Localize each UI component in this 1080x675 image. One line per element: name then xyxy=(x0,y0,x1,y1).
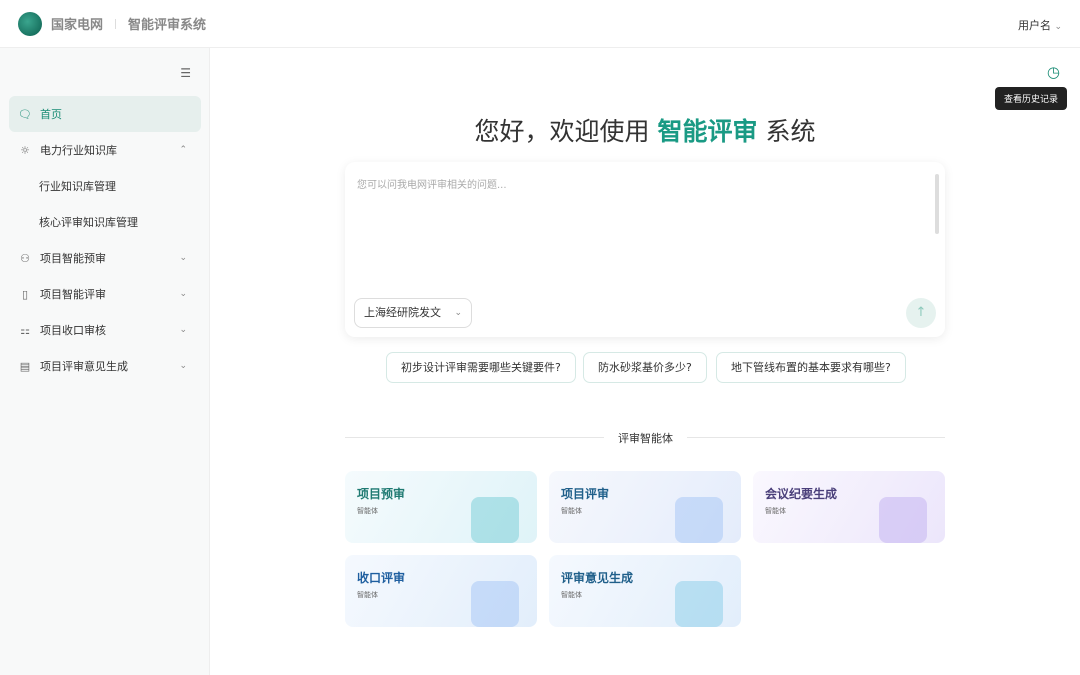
sidebar-item-1[interactable]: ☼ 电力行业知识库 ⌃ xyxy=(9,132,201,168)
arrow-up-icon: ↑ xyxy=(915,305,927,320)
folder-icon xyxy=(675,497,723,543)
agent-card[interactable]: 项目评审 智能体 xyxy=(549,471,741,543)
chevron-down-icon: ⌄ xyxy=(454,308,462,318)
agent-card[interactable]: 会议纪要生成 智能体 xyxy=(753,471,945,543)
title-highlight: 智能评审 xyxy=(657,117,758,146)
history-clock-icon[interactable]: ◷ xyxy=(1047,63,1060,81)
header: 国家电网 智能评审系统 用户名 ⌄ xyxy=(0,0,1080,48)
sidebar-item-label: 核心评审知识库管理 xyxy=(39,216,138,229)
chat-input-placeholder[interactable]: 您可以问我电网评审相关的问题... xyxy=(357,176,507,191)
sidebar-item-7[interactable]: ▤ 项目评审意见生成 ⌄ xyxy=(9,348,201,384)
book-icon: ▯ xyxy=(21,287,29,301)
agent-card-name: 收口评审 xyxy=(357,571,406,585)
source-select[interactable]: 上海经研院发文 ⌄ xyxy=(354,298,472,328)
scrollbar[interactable] xyxy=(935,174,939,234)
agent-card[interactable]: 项目预审 智能体 xyxy=(345,471,537,543)
brand-name: 国家电网 xyxy=(51,18,104,33)
send-button[interactable]: ↑ xyxy=(906,298,936,328)
chevron-icon: ⌄ xyxy=(179,325,187,335)
agent-card-name: 会议纪要生成 xyxy=(765,487,838,501)
suggestion-2[interactable]: 防水砂浆基价多少? xyxy=(583,352,707,383)
suggestion-1[interactable]: 初步设计评审需要哪些关键要件? xyxy=(386,352,576,383)
agent-card-sub: 智能体 xyxy=(561,507,582,515)
sidebar-item-6[interactable]: ⚏ 项目收口审核 ⌄ xyxy=(9,312,201,348)
suggestion-3[interactable]: 地下管线布置的基本要求有哪些? xyxy=(716,352,906,383)
sidebar: ☰ 🗨 首页 ☼ 电力行业知识库 ⌃ 行业知识库管理核心评审知识库管理 ⚇ 项目智能预审 ⌄ ▯ 项… xyxy=(0,48,210,675)
agent-card-name: 项目预审 xyxy=(357,487,406,501)
divider xyxy=(115,18,117,29)
chat-input-box[interactable]: 您可以问我电网评审相关的问题... 上海经研院发文 ⌄ ↑ xyxy=(345,162,945,337)
system-name: 智能评审系统 xyxy=(128,18,207,33)
sidebar-item-2[interactable]: 行业知识库管理 xyxy=(9,168,201,204)
chat-bubble-icon xyxy=(471,497,519,543)
org-icon: ⚏ xyxy=(20,323,30,337)
agent-card-sub: 智能体 xyxy=(561,591,582,599)
sidebar-item-label: 项目智能预审 xyxy=(40,252,106,265)
chat-icon: 🗨 xyxy=(18,107,32,121)
page-title: 您好，欢迎使用 智能评审 系统 xyxy=(345,112,945,148)
agent-card[interactable]: 收口评审 智能体 xyxy=(345,555,537,627)
history-tooltip: 查看历史记录 xyxy=(995,87,1068,110)
chevron-icon: ⌄ xyxy=(179,289,187,299)
agent-card-sub: 智能体 xyxy=(765,507,786,515)
agent-card-name: 项目评审 xyxy=(561,487,610,501)
agent-card-sub: 智能体 xyxy=(357,507,378,515)
chevron-icon: ⌃ xyxy=(179,145,187,155)
sgcc-logo xyxy=(18,11,42,36)
share-icon xyxy=(471,581,519,627)
sidebar-item-label: 项目收口审核 xyxy=(40,324,106,337)
username: 用户名 xyxy=(1017,19,1051,32)
calendar-icon xyxy=(675,581,723,627)
bulb-icon: ☼ xyxy=(20,143,30,157)
chevron-icon: ⌄ xyxy=(179,253,187,263)
agent-card-sub: 智能体 xyxy=(357,591,378,599)
sidebar-item-label: 首页 xyxy=(40,108,62,121)
sidebar-item-label: 项目评审意见生成 xyxy=(40,360,128,373)
sidebar-item-label: 项目智能评审 xyxy=(40,288,106,301)
source-select-value: 上海经研院发文 xyxy=(364,306,441,319)
collapse-menu-icon[interactable]: ☰ xyxy=(180,66,191,80)
review-icon: ⚇ xyxy=(20,251,30,265)
section-title: 评审智能体 xyxy=(604,430,687,446)
doc-icon: ▤ xyxy=(19,359,31,373)
agent-card-name: 评审意见生成 xyxy=(561,571,634,585)
sidebar-item-4[interactable]: ⚇ 项目智能预审 ⌄ xyxy=(9,240,201,276)
title-suffix: 系统 xyxy=(757,117,816,146)
agent-card[interactable]: 评审意见生成 智能体 xyxy=(549,555,741,627)
title-prefix: 您好，欢迎使用 xyxy=(474,117,658,146)
chevron-down-icon: ⌄ xyxy=(1054,22,1062,32)
sidebar-item-0[interactable]: 🗨 首页 xyxy=(9,96,201,132)
sidebar-item-label: 电力行业知识库 xyxy=(40,144,117,157)
sidebar-item-label: 行业知识库管理 xyxy=(39,180,116,193)
sidebar-item-3[interactable]: 核心评审知识库管理 xyxy=(9,204,201,240)
chevron-icon: ⌄ xyxy=(179,361,187,371)
sidebar-item-5[interactable]: ▯ 项目智能评审 ⌄ xyxy=(9,276,201,312)
pencil-icon xyxy=(879,497,927,543)
user-menu[interactable]: 用户名 ⌄ xyxy=(1018,17,1062,33)
